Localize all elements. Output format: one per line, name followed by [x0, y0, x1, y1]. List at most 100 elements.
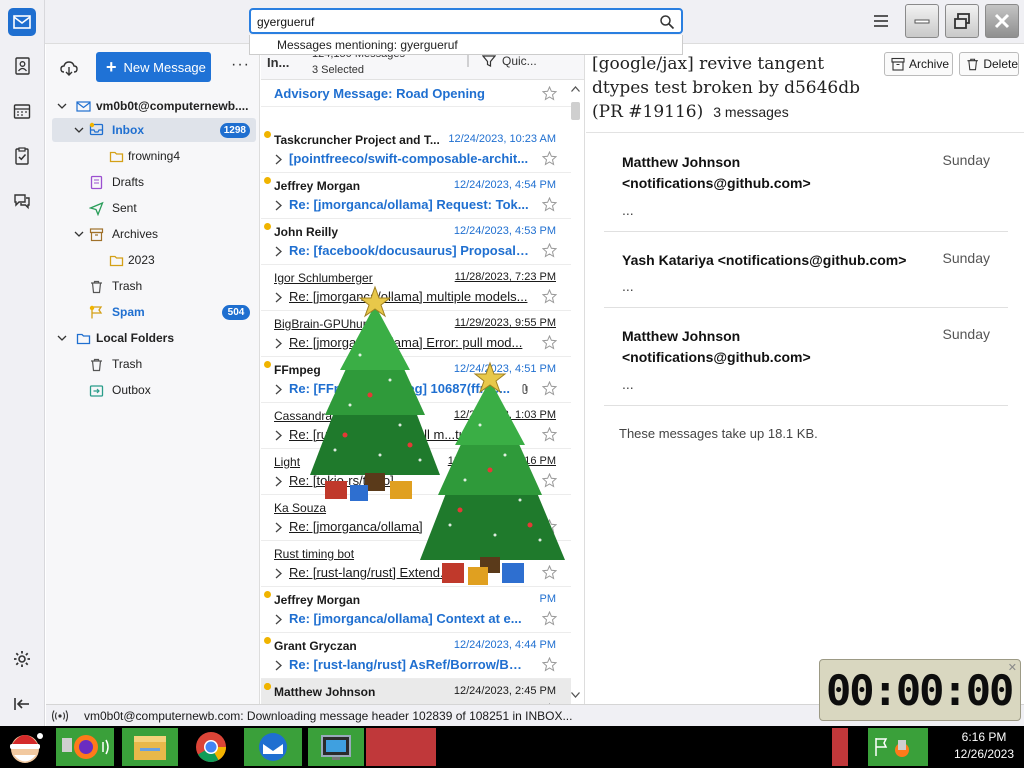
message-date: Sunday: [942, 326, 990, 342]
chevron-right-icon[interactable]: [274, 430, 283, 441]
thread-date: 12/24/2023, 4:54 PM: [453, 179, 556, 191]
search-suggestion[interactable]: Messages mentioning: gyergueruf: [249, 35, 683, 55]
get-messages-icon[interactable]: [59, 58, 79, 78]
chevron-right-icon[interactable]: [274, 292, 283, 303]
thread-row[interactable]: Jeffrey Morgan 12/24/2023, 4:54 PM Re: [jm…: [261, 173, 571, 219]
star-icon[interactable]: [542, 657, 557, 672]
taskbar-thunderbird-button[interactable]: [244, 728, 302, 766]
taskbar-explorer-button[interactable]: [122, 728, 178, 766]
mail-icon[interactable]: [8, 8, 36, 36]
chevron-right-icon[interactable]: [274, 568, 283, 579]
folder-inbox[interactable]: Inbox 1298: [52, 118, 256, 142]
taskbar-clock[interactable]: 6:16 PM 12/26/2023: [944, 729, 1024, 763]
thread-date: 12/24/2023, 4:53 PM: [453, 225, 556, 237]
thread-row[interactable]: Matthew Johnson12/24/2023, 2:45 PM[googl…: [261, 679, 571, 704]
folder-drafts[interactable]: Drafts: [52, 170, 256, 194]
new-message-button[interactable]: + New Message: [96, 52, 211, 82]
calendar-icon[interactable]: [8, 97, 36, 125]
close-button[interactable]: [985, 4, 1019, 38]
folder-icon: [109, 151, 124, 163]
folder-pane-more-button[interactable]: ···: [231, 56, 250, 74]
chat-icon[interactable]: [8, 187, 36, 215]
collapse-spaces-icon[interactable]: [8, 690, 36, 718]
conversation-message[interactable]: Matthew Johnson <notifications@github.co…: [604, 152, 1008, 232]
archive-button[interactable]: Archive: [884, 52, 953, 76]
folder-2023[interactable]: 2023: [52, 248, 256, 272]
taskbar-app-button[interactable]: [308, 728, 364, 766]
thread-row[interactable]: John Reilly 12/24/2023, 4:53 PM Re: [faceb…: [261, 219, 571, 265]
star-icon[interactable]: [542, 197, 557, 212]
folder-label: Trash: [112, 279, 143, 293]
unread-count-badge: 1298: [219, 123, 250, 138]
chevron-right-icon[interactable]: [274, 614, 283, 625]
chevron-right-icon[interactable]: [274, 660, 283, 671]
tray-notification-icon[interactable]: [832, 728, 848, 766]
local-folders-row[interactable]: Local Folders: [52, 326, 256, 350]
thread-row[interactable]: Advisory Message: Road Opening: [261, 81, 571, 107]
scroll-up-arrow-icon[interactable]: [571, 86, 580, 92]
tray-icons[interactable]: [868, 728, 928, 766]
search-icon[interactable]: [659, 14, 675, 30]
chevron-right-icon[interactable]: [274, 476, 283, 487]
chevron-right-icon[interactable]: [274, 338, 283, 349]
close-icon: [994, 13, 1010, 29]
folder-frowning4[interactable]: frowning4: [52, 144, 256, 168]
hamburger-menu-icon[interactable]: [871, 12, 891, 30]
current-folder-name: In...: [267, 55, 290, 70]
star-icon[interactable]: [542, 151, 557, 166]
delete-button[interactable]: Delete: [959, 52, 1019, 76]
thread-row[interactable]: Taskcruncher Project and T... 12/24/2023,…: [261, 127, 571, 173]
delete-label: Delete: [983, 57, 1018, 71]
thread-row[interactable]: Jeffrey Morgan PM Re: [jmorganca/ollama] C…: [261, 587, 571, 633]
star-icon[interactable]: [542, 611, 557, 626]
chevron-right-icon[interactable]: [274, 384, 283, 395]
trash-icon: [967, 58, 978, 71]
thread-sender: John Reilly: [274, 225, 339, 239]
star-icon[interactable]: [542, 243, 557, 258]
quick-filter-button[interactable]: Quic...: [466, 54, 537, 68]
taskbar-active-window-button[interactable]: [366, 728, 436, 766]
thread-row[interactable]: Grant Gryczan 12/24/2023, 4:44 PM Re: [rus…: [261, 633, 571, 679]
conversation-message[interactable]: Matthew Johnson <notifications@github.co…: [604, 326, 1008, 406]
conversation-message[interactable]: Yash Katariya <notifications@github.com>…: [604, 250, 1008, 308]
start-button[interactable]: [4, 728, 46, 766]
search-box[interactable]: [249, 8, 683, 34]
scroll-down-arrow-icon[interactable]: [571, 692, 580, 698]
chevron-right-icon[interactable]: [274, 522, 283, 533]
account-row[interactable]: vm0b0t@computernewb....: [52, 94, 256, 118]
settings-gear-icon[interactable]: [8, 645, 36, 673]
restore-button[interactable]: [945, 4, 979, 38]
folder-archives[interactable]: Archives: [52, 222, 256, 246]
taskbar-firefox-button[interactable]: [56, 728, 114, 766]
chrome-icon: [196, 732, 226, 763]
chevron-right-icon[interactable]: [274, 246, 283, 257]
taskbar-chrome-button[interactable]: [188, 728, 234, 766]
folder-sent[interactable]: Sent: [52, 196, 256, 220]
folder-local-trash[interactable]: Trash: [52, 352, 256, 376]
folder-trash[interactable]: Trash: [52, 274, 256, 298]
clock-time: 6:16 PM: [961, 730, 1007, 744]
folder-spam[interactable]: Spam 504: [52, 300, 256, 324]
sent-icon: [89, 201, 104, 216]
minimize-button[interactable]: [905, 4, 939, 38]
chevron-right-icon[interactable]: [274, 154, 283, 165]
close-icon[interactable]: ✕: [1008, 661, 1017, 674]
timer-widget[interactable]: 00:00:00 ✕: [819, 659, 1021, 721]
search-input[interactable]: [257, 13, 637, 31]
spam-icon: [89, 305, 103, 319]
online-status-icon[interactable]: [52, 709, 68, 723]
star-icon[interactable]: [542, 86, 557, 101]
conversation-message-count: 3 messages: [713, 104, 789, 120]
chevron-right-icon[interactable]: [274, 200, 283, 211]
chevron-down-icon: [57, 335, 67, 341]
divider: [586, 132, 1024, 133]
folder-outbox[interactable]: Outbox: [52, 378, 256, 402]
scroll-thumb[interactable]: [571, 102, 580, 120]
thread-sender: Matthew Johnson: [274, 685, 376, 699]
address-book-icon[interactable]: [8, 52, 36, 80]
chevron-down-icon: [74, 127, 84, 133]
folder-label: Outbox: [112, 383, 151, 397]
drafts-icon: [90, 175, 103, 190]
tasks-icon[interactable]: [8, 142, 36, 170]
thread-sender: Grant Gryczan: [274, 639, 357, 653]
